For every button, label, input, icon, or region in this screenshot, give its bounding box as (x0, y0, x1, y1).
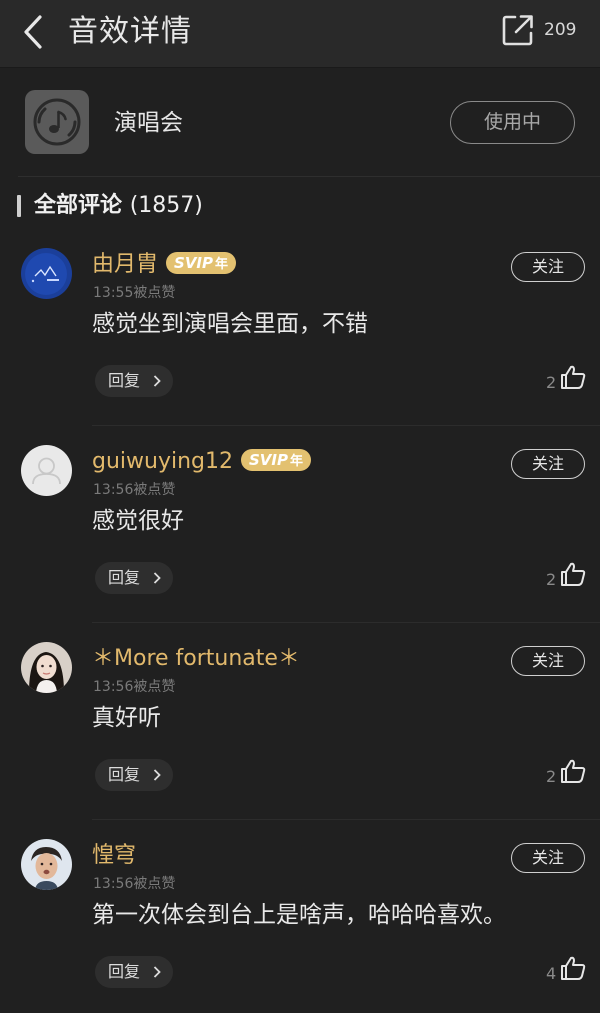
avatar[interactable] (21, 839, 72, 890)
like-count: 2 (546, 767, 557, 786)
follow-button[interactable]: 关注 (511, 449, 585, 479)
comment-time: 13:56被点赞 (93, 482, 176, 498)
thumbs-up-icon[interactable] (560, 364, 586, 390)
back-arrow-icon[interactable] (18, 14, 48, 50)
svip-badge: SVIP 年 (166, 252, 237, 274)
reply-button[interactable]: 回复 (95, 365, 173, 397)
comment-text: 真好听 (92, 705, 161, 731)
username-text: 由月胄 (92, 252, 159, 277)
like-count: 2 (546, 373, 557, 392)
comment-time: 13:55被点赞 (93, 285, 176, 301)
comment-item: guiwuying12 SVIP 年 13:56被点赞 关注 感觉很好 回复 2 (0, 426, 600, 623)
username[interactable]: 由月胄 SVIP 年 (92, 250, 237, 280)
reply-label: 回复 (108, 568, 141, 587)
svip-year-label: 年 (290, 454, 304, 469)
chevron-right-icon (153, 375, 161, 387)
username[interactable]: 惶穹 (92, 841, 136, 871)
avatar[interactable] (21, 642, 72, 693)
section-marker (17, 195, 21, 217)
username[interactable]: ＊More fortunate＊ (92, 644, 300, 674)
comment-time: 13:56被点赞 (93, 679, 176, 695)
reply-button[interactable]: 回复 (95, 562, 173, 594)
username-text: ＊More fortunate＊ (92, 646, 300, 671)
chevron-right-icon (153, 966, 161, 978)
music-note-icon (33, 98, 81, 146)
reply-button[interactable]: 回复 (95, 956, 173, 988)
username-text: 惶穹 (92, 843, 137, 868)
svip-label: SVIP (174, 254, 214, 272)
comments-count: (1857) (129, 193, 203, 218)
comments-header: 全部评论 (1857) (0, 190, 600, 224)
share-count: 209 (544, 20, 577, 40)
like-count: 2 (546, 570, 557, 589)
page-title: 音效详情 (68, 14, 192, 49)
sound-effect-row: 演唱会 使用中 (0, 68, 600, 177)
avatar[interactable] (21, 445, 72, 496)
svip-badge: SVIP 年 (241, 449, 312, 471)
comments-title-label: 全部评论 (34, 193, 123, 218)
comment-text: 第一次体会到台上是啥声，哈哈哈喜欢。 (92, 902, 506, 928)
comment-item: 惶穹 13:56被点赞 关注 第一次体会到台上是啥声，哈哈哈喜欢。 回复 4 (0, 820, 600, 1013)
username-text: guiwuying12 (92, 449, 233, 474)
chevron-right-icon (153, 769, 161, 781)
avatar[interactable] (21, 248, 72, 299)
reply-label: 回复 (108, 371, 141, 390)
sound-effect-name: 演唱会 (114, 110, 183, 136)
reply-label: 回复 (108, 765, 141, 784)
reply-label: 回复 (108, 962, 141, 981)
svip-label: SVIP (249, 451, 288, 469)
divider (18, 176, 600, 177)
comment-text: 感觉坐到演唱会里面，不错 (92, 311, 368, 337)
comment-item: 由月胄 SVIP 年 13:55被点赞 关注 感觉坐到演唱会里面，不错 回复 2 (0, 229, 600, 426)
svip-year-label: 年 (215, 257, 229, 272)
follow-button[interactable]: 关注 (511, 646, 585, 676)
comments-title: 全部评论 (1857) (34, 190, 203, 222)
comment-item: ＊More fortunate＊ 13:56被点赞 关注 真好听 回复 2 (0, 623, 600, 820)
chevron-right-icon (153, 572, 161, 584)
top-bar: 音效详情 209 (0, 0, 600, 68)
thumbs-up-icon[interactable] (560, 955, 586, 981)
in-use-button[interactable]: 使用中 (450, 101, 575, 144)
follow-button[interactable]: 关注 (511, 252, 585, 282)
username[interactable]: guiwuying12 SVIP 年 (92, 447, 312, 477)
sound-effect-icon (25, 90, 89, 154)
comment-text: 感觉很好 (92, 508, 184, 534)
like-count: 4 (546, 964, 557, 983)
share-icon[interactable] (501, 13, 535, 47)
comment-time: 13:56被点赞 (93, 876, 176, 892)
reply-button[interactable]: 回复 (95, 759, 173, 791)
thumbs-up-icon[interactable] (560, 561, 586, 587)
thumbs-up-icon[interactable] (560, 758, 586, 784)
follow-button[interactable]: 关注 (511, 843, 585, 873)
